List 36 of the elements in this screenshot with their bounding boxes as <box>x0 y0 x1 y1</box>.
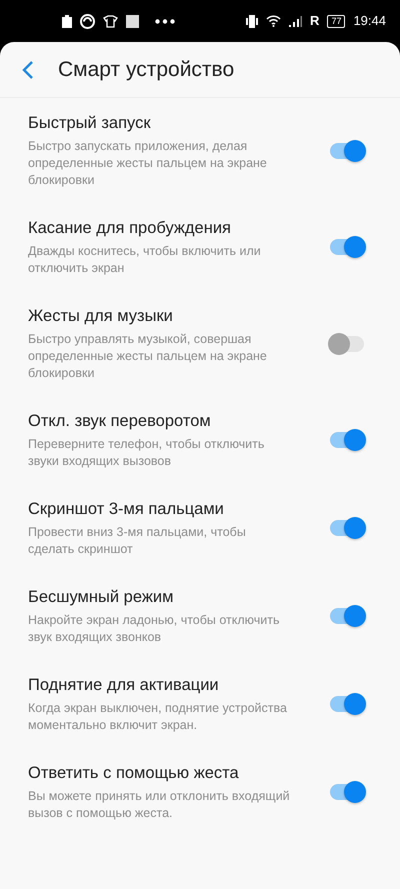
setting-title: Касание для пробуждения <box>28 218 232 239</box>
vibrate-icon <box>246 14 258 28</box>
setting-description: Дважды коснитесь, чтобы включить или отключить экран <box>28 243 262 277</box>
battery-indicator: 77 <box>327 14 346 28</box>
toggle-switch[interactable] <box>330 432 364 448</box>
setting-title: Откл. звук переворотом <box>28 411 212 432</box>
setting-description: Быстро запускать приложения, делая определенные жесты пальцем на экране блокировки <box>28 138 268 189</box>
clock: 19:44 <box>353 12 386 30</box>
more-icon <box>155 18 175 24</box>
square-icon <box>126 14 139 28</box>
setting-description: Когда экран выключен, поднятие устройства моментально включит экран. <box>28 700 288 734</box>
setting-title: Ответить с помощью жеста <box>28 763 240 784</box>
setting-title: Бесшумный режим <box>28 587 174 608</box>
swirl-icon <box>80 14 95 28</box>
toggle-switch[interactable] <box>330 520 364 536</box>
setting-description: Вы можете принять или отклонить входящий вызов с помощью жеста. <box>28 788 291 822</box>
setting-title: Скриншот 3-мя пальцами <box>28 499 225 520</box>
notification-icon <box>62 14 72 28</box>
setting-description: Провести вниз 3-мя пальцами, чтобы сделать скриншот <box>28 524 247 558</box>
page-title: Смарт устройство <box>58 56 234 83</box>
toggle-switch[interactable] <box>330 142 364 158</box>
toggle-switch[interactable] <box>330 608 364 624</box>
toggle-switch[interactable] <box>330 336 364 352</box>
toggle-switch[interactable] <box>330 239 364 255</box>
toggle-switch[interactable] <box>330 696 364 712</box>
toggle-switch[interactable] <box>330 784 364 800</box>
setting-description: Накройте экран ладонью, чтобы отключить звук входящих звонков <box>28 612 281 646</box>
wifi-icon <box>266 15 282 27</box>
setting-description: Переверните телефон, чтобы отключить звуки входящих вызовов <box>28 436 266 470</box>
signal-icon <box>289 16 302 26</box>
network-type: R <box>310 12 320 30</box>
setting-title: Жесты для музыки <box>28 306 174 327</box>
setting-title: Поднятие для активации <box>28 675 220 696</box>
shirt-icon <box>103 14 118 28</box>
setting-description: Быстро управлять музыкой, совершая определенные жесты пальцем на экране блокировки <box>28 331 268 382</box>
setting-title: Быстрый запуск <box>28 113 152 134</box>
